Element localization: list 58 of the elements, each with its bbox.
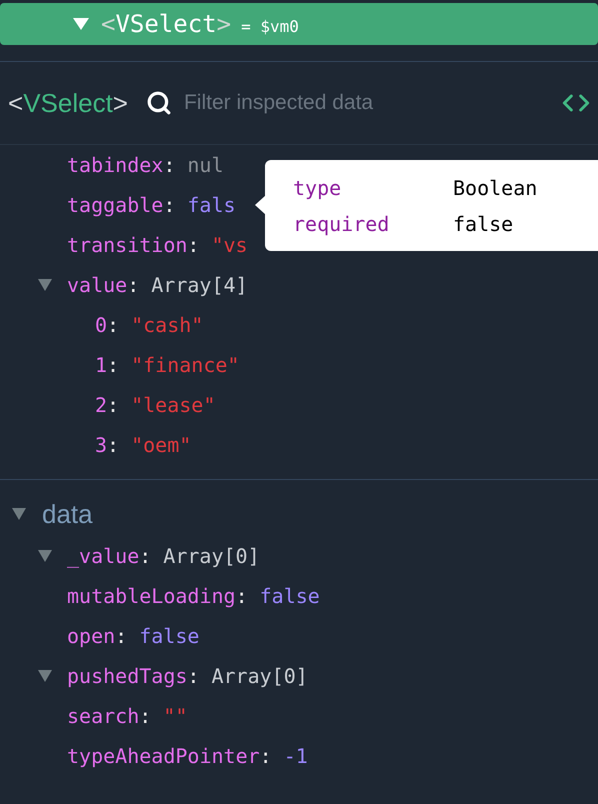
colon: : xyxy=(107,312,120,339)
property-value: "lease" xyxy=(131,392,216,419)
instance-ref: = $vm0 xyxy=(241,16,299,38)
colon: : xyxy=(107,352,120,379)
property-value: nul xyxy=(187,152,224,179)
property-value: "finance" xyxy=(131,352,240,379)
component-tree-row[interactable]: <VSelect> = $vm0 xyxy=(0,3,598,45)
property-key: tabindex xyxy=(67,150,164,180)
expand-arrow-icon[interactable] xyxy=(38,670,52,682)
property-key: mutableLoading xyxy=(67,581,236,611)
tooltip-key: type xyxy=(293,172,453,202)
component-tag: <VSelect> xyxy=(101,6,232,42)
tooltip-value: Boolean xyxy=(453,174,538,202)
colon: : xyxy=(187,663,200,690)
tooltip-value: false xyxy=(453,210,514,238)
property-key: 2 xyxy=(95,390,108,420)
property-value: "cash" xyxy=(131,312,204,339)
property-key: search xyxy=(67,701,140,731)
inspected-component-name: <VSelect> xyxy=(8,86,128,120)
property-key: transition xyxy=(67,230,188,260)
property-value: fals xyxy=(187,192,236,219)
property-value: "oem" xyxy=(131,432,192,459)
colon: : xyxy=(115,623,128,650)
colon: : xyxy=(127,272,140,299)
property-key: _value xyxy=(67,541,140,571)
section-title[interactable]: data xyxy=(42,494,93,534)
colon: : xyxy=(107,432,120,459)
property-key: typeAheadPointer xyxy=(67,741,260,771)
colon: : xyxy=(236,583,248,610)
search-icon xyxy=(146,90,172,116)
property-key: open xyxy=(67,621,116,651)
tooltip-key: required xyxy=(293,208,453,238)
expand-arrow-icon[interactable] xyxy=(38,279,52,291)
expand-arrow-icon[interactable] xyxy=(73,18,89,30)
filter-field[interactable]: Filter inspected data xyxy=(184,87,562,119)
property-value: Array[0] xyxy=(163,543,260,570)
property-value: "" xyxy=(163,703,188,730)
expand-arrow-icon[interactable] xyxy=(38,550,52,562)
property-key: value xyxy=(67,270,128,300)
property-key: 1 xyxy=(95,350,108,380)
property-value: Array[0] xyxy=(211,663,308,690)
expand-arrow-icon[interactable] xyxy=(12,508,26,520)
property-key: pushedTags xyxy=(67,661,188,691)
property-value: false xyxy=(139,623,200,650)
colon: : xyxy=(139,703,152,730)
colon: : xyxy=(260,743,272,770)
property-key: 3 xyxy=(95,430,108,460)
colon: : xyxy=(139,543,152,570)
colon: : xyxy=(163,152,176,179)
property-key: 0 xyxy=(95,310,108,340)
colon: : xyxy=(107,392,120,419)
colon: : xyxy=(187,232,200,259)
property-value: "vs xyxy=(211,232,248,259)
property-value: -1 xyxy=(284,743,308,770)
property-value: false xyxy=(260,583,320,610)
property-key: taggable xyxy=(67,190,164,220)
colon: : xyxy=(163,192,176,219)
property-value: Array[4] xyxy=(151,272,248,299)
